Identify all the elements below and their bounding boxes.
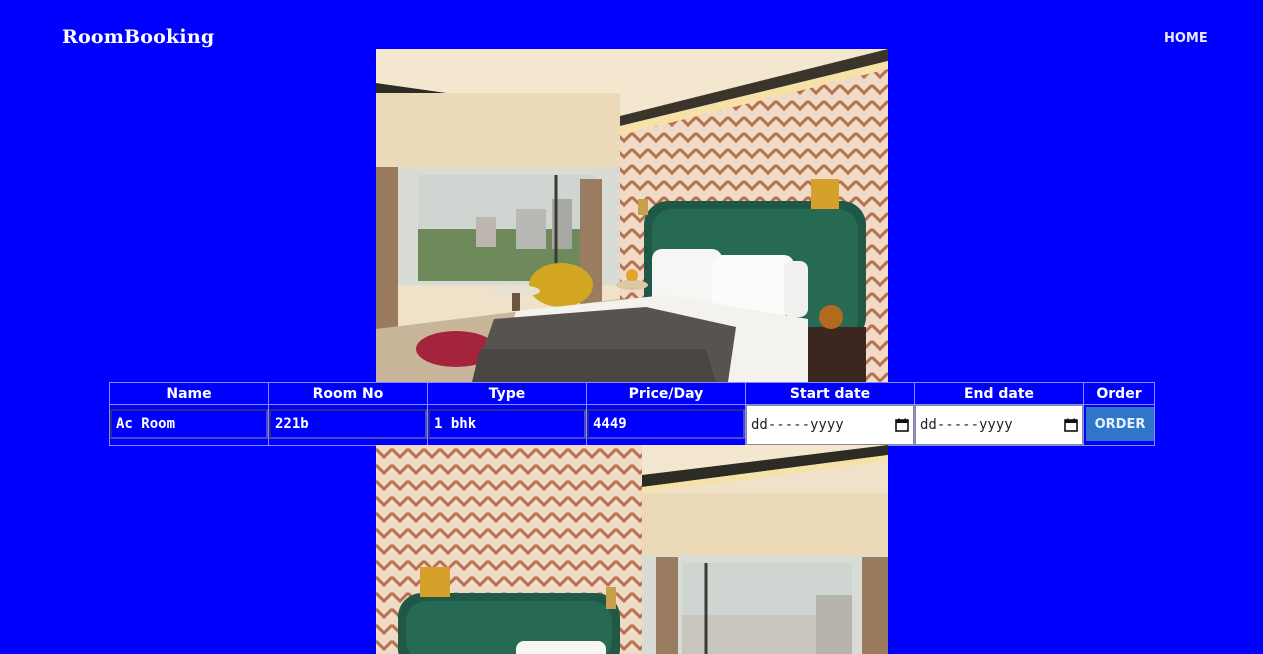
column-header-start-date: Start date <box>745 382 915 405</box>
column-header-order: Order <box>1083 382 1155 405</box>
column-header-price: Price/Day <box>586 382 746 405</box>
room-type-field[interactable]: 1 bhk <box>428 409 586 439</box>
brand-logo[interactable]: RoomBooking <box>62 26 214 48</box>
room-photo <box>376 445 888 654</box>
table-header-row: Name Room No Type Price/Day Start date E… <box>109 382 1155 405</box>
column-header-room-no: Room No <box>268 382 428 405</box>
start-date-placeholder: dd-----yyyy <box>751 417 844 433</box>
order-button[interactable]: ORDER <box>1086 407 1154 441</box>
end-date-placeholder: dd-----yyyy <box>920 417 1013 433</box>
end-date-cell: dd-----yyyy <box>914 404 1084 446</box>
room-no-field[interactable]: 221b <box>269 409 427 439</box>
calendar-icon[interactable] <box>895 418 909 432</box>
nav-home-link[interactable]: HOME <box>1164 31 1208 46</box>
room-booking-page: RoomBooking HOME Name Room No Type Price… <box>0 0 1263 654</box>
booking-table: Name Room No Type Price/Day Start date E… <box>109 382 1155 446</box>
start-date-cell: dd-----yyyy <box>745 404 915 446</box>
calendar-icon[interactable] <box>1064 418 1078 432</box>
room-name-field[interactable]: Ac Room <box>110 409 268 439</box>
column-header-type: Type <box>427 382 587 405</box>
end-date-input[interactable]: dd-----yyyy <box>915 405 1083 445</box>
room-photo <box>376 49 888 382</box>
order-cell: ORDER <box>1083 404 1155 446</box>
start-date-input[interactable]: dd-----yyyy <box>746 405 914 445</box>
price-cell: 4449 <box>586 404 746 446</box>
column-header-name: Name <box>109 382 269 405</box>
table-row: Ac Room 221b 1 bhk 4449 dd-----yyyy dd--… <box>109 404 1155 446</box>
name-cell: Ac Room <box>109 404 269 446</box>
room-no-cell: 221b <box>268 404 428 446</box>
type-cell: 1 bhk <box>427 404 587 446</box>
price-field[interactable]: 4449 <box>587 409 745 439</box>
column-header-end-date: End date <box>914 382 1084 405</box>
